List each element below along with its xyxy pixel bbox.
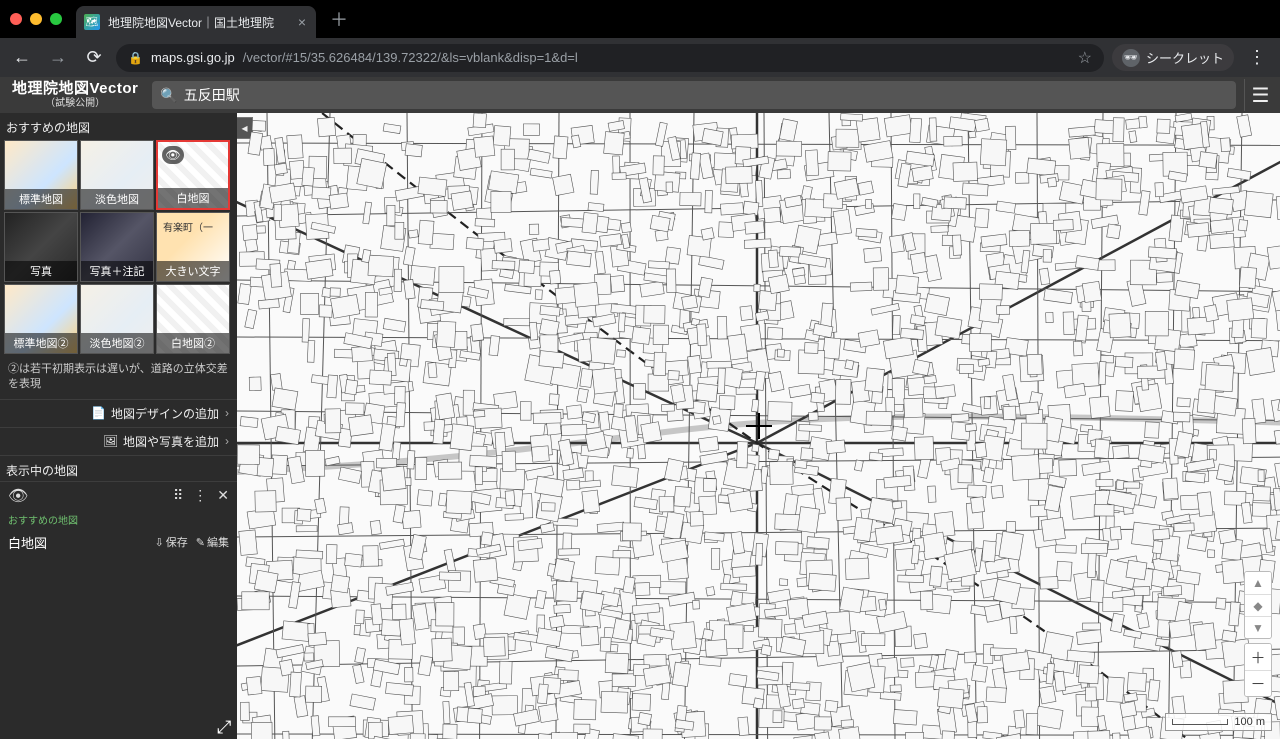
map-style-label: 標準地図 (5, 189, 77, 209)
scale-bar-graphic (1172, 719, 1228, 725)
layer-edit-button[interactable]: ✎編集 (196, 534, 229, 550)
layers-toolbar: 👁 ⠿ ⋮ ✕ (0, 481, 237, 510)
orientation-controls: ▲ ◆ ▼ (1244, 571, 1272, 639)
map-style-label: 写真 (5, 261, 77, 281)
map-style-photo-annot[interactable]: 写真＋注記 (80, 212, 154, 282)
app-title-main: 地理院地図Vector (12, 81, 138, 98)
compass-button[interactable]: ◆ (1245, 594, 1271, 616)
map-style-standard[interactable]: 標準地図 (4, 140, 78, 210)
map-style-label: 写真＋注記 (81, 261, 153, 281)
add-map-design-row[interactable]: 📄 地図デザインの追加 › (0, 399, 237, 427)
tab-close-button[interactable]: × (298, 14, 306, 30)
add-layer-label: 地図や写真を追加 (123, 433, 219, 450)
map-canvas[interactable]: ◂ ▲ ◆ ▼ ＋ － 100 m (237, 113, 1280, 739)
active-maps-title: 表示中の地図 (0, 456, 237, 481)
pitch-up-button[interactable]: ▲ (1245, 572, 1271, 594)
window-close-button[interactable] (10, 13, 22, 25)
toggle-visibility-button[interactable]: 👁 (8, 486, 28, 506)
url-path: /vector/#15/35.626484/139.72322/&ls=vbla… (243, 50, 578, 65)
scale-bar: 100 m (1165, 713, 1272, 731)
sidebar: おすすめの地図 標準地図 淡色地図 👁 白地図 写真 写真＋注記 (0, 113, 237, 739)
map-style-pale-2[interactable]: 淡色地図② (80, 284, 154, 354)
pitch-down-button[interactable]: ▼ (1245, 616, 1271, 638)
map-style-white-2[interactable]: 白地図② (156, 284, 230, 354)
chevron-right-icon: › (225, 406, 229, 420)
map-svg (237, 113, 1280, 739)
incognito-icon: 🕶 (1122, 49, 1140, 67)
map-style-standard-2[interactable]: 標準地図② (4, 284, 78, 354)
search-icon: 🔍 (160, 87, 177, 104)
layer-remove-button[interactable]: ✕ (217, 487, 229, 504)
app-header: 地理院地図Vector （試験公開） 🔍 ☰ (0, 77, 1280, 113)
search-input[interactable] (184, 87, 1228, 103)
design-icon: 📄 (91, 406, 105, 420)
chevron-right-icon: › (225, 434, 229, 448)
zoom-in-button[interactable]: ＋ (1245, 644, 1271, 670)
forward-button[interactable]: → (44, 44, 72, 72)
lock-icon: 🔒 (128, 51, 143, 65)
address-bar[interactable]: 🔒 maps.gsi.go.jp/vector/#15/35.626484/13… (116, 44, 1104, 72)
browser-menu-button[interactable]: ⋮ (1242, 47, 1272, 68)
recommended-maps-title: おすすめの地図 (0, 113, 237, 138)
app-title-sub: （試験公開） (12, 98, 138, 109)
app-menu-button[interactable]: ☰ (1244, 79, 1276, 111)
zoom-out-button[interactable]: － (1245, 670, 1271, 696)
bookmark-star-icon[interactable]: ☆ (1078, 48, 1092, 68)
tab-favicon-icon: 🗺 (84, 14, 100, 30)
map-style-label: 標準地図② (5, 333, 77, 353)
add-map-design-label: 地図デザインの追加 (111, 405, 219, 422)
layer-save-button[interactable]: ⇩保存 (155, 534, 188, 550)
add-layer-row[interactable]: 🖼 地図や写真を追加 › (0, 427, 237, 455)
url-host: maps.gsi.go.jp (151, 50, 235, 65)
back-button[interactable]: ← (8, 44, 36, 72)
visible-icon: 👁 (162, 146, 184, 164)
map-style-grid: 標準地図 淡色地図 👁 白地図 写真 写真＋注記 大きい文字 (0, 138, 237, 356)
window-maximize-button[interactable] (50, 13, 62, 25)
browser-toolbar: ← → ⟳ 🔒 maps.gsi.go.jp/vector/#15/35.626… (0, 38, 1280, 77)
browser-tab[interactable]: 🗺 地理院地図Vector｜国土地理院 × (76, 6, 316, 38)
zoom-controls: ＋ － (1244, 643, 1272, 697)
new-tab-button[interactable]: ＋ (330, 6, 348, 32)
map-style-label: 淡色地図 (81, 189, 153, 209)
active-layer-row[interactable]: 白地図 ⇩保存 ✎編集 (0, 529, 237, 556)
search-field[interactable]: 🔍 (152, 81, 1236, 109)
content: おすすめの地図 標準地図 淡色地図 👁 白地図 写真 写真＋注記 (0, 113, 1280, 739)
titlebar: 🗺 地理院地図Vector｜国土地理院 × ＋ (0, 0, 1280, 38)
layers-hint: おすすめの地図 (0, 510, 237, 529)
map-style-label: 淡色地図② (81, 333, 153, 353)
map-style-pale[interactable]: 淡色地図 (80, 140, 154, 210)
map-style-label: 大きい文字 (157, 261, 229, 281)
window-minimize-button[interactable] (30, 13, 42, 25)
map-style-note: ②は若干初期表示は遅いが、道路の立体交差を表現 (0, 356, 237, 399)
app-title[interactable]: 地理院地図Vector （試験公開） (6, 81, 144, 109)
map-style-label: 白地図② (157, 333, 229, 353)
scale-label: 100 m (1234, 716, 1265, 728)
window-controls (10, 13, 62, 25)
tab-title: 地理院地図Vector｜国土地理院 (108, 14, 274, 31)
map-controls: ▲ ◆ ▼ ＋ － (1244, 571, 1272, 697)
sidebar-expand-icon[interactable]: ⤢ (217, 717, 235, 735)
map-style-white[interactable]: 👁 白地図 (156, 140, 230, 210)
image-icon: 🖼 (103, 434, 117, 448)
reload-button[interactable]: ⟳ (80, 44, 108, 72)
layer-move-button[interactable]: ⠿ (173, 487, 183, 504)
map-style-large-text[interactable]: 大きい文字 (156, 212, 230, 282)
map-style-label: 白地図 (158, 188, 228, 208)
active-layer-name: 白地図 (8, 533, 47, 552)
map-style-photo[interactable]: 写真 (4, 212, 78, 282)
incognito-label: シークレット (1146, 48, 1224, 67)
incognito-indicator[interactable]: 🕶 シークレット (1112, 44, 1234, 71)
layer-info-button[interactable]: ⋮ (193, 487, 207, 504)
